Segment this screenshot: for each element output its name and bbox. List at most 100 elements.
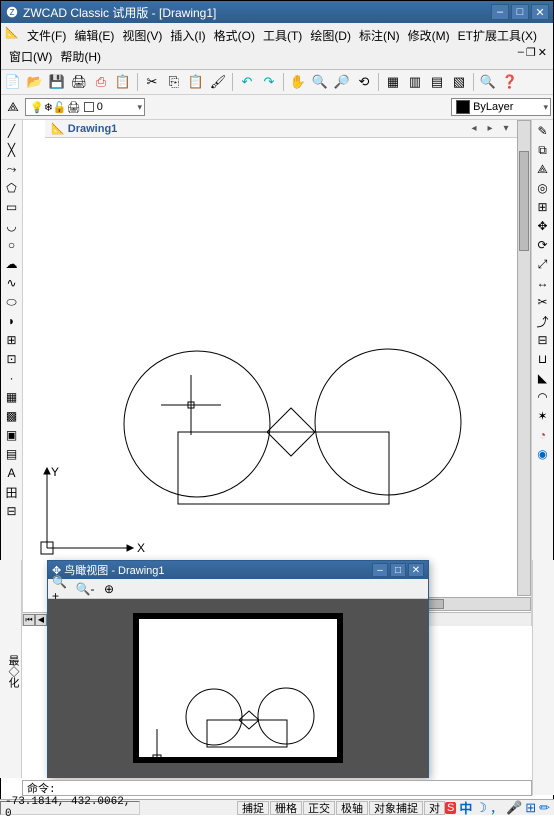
grid-toggle[interactable]: 栅格 bbox=[270, 801, 302, 815]
stretch-tool[interactable]: ↔ bbox=[534, 274, 552, 292]
zoom-realtime-button[interactable]: 🔍 bbox=[310, 72, 330, 92]
pan-button[interactable]: ✋ bbox=[288, 72, 308, 92]
help-button[interactable]: 🔍 bbox=[478, 72, 498, 92]
aerial-zoomout[interactable]: 🔍- bbox=[76, 580, 94, 598]
doc-restore-button[interactable]: ❐ bbox=[526, 46, 536, 67]
vertical-scrollbar[interactable] bbox=[517, 120, 531, 596]
rotate-tool[interactable]: ⟳ bbox=[534, 236, 552, 254]
tool-palettes-button[interactable]: ▤ bbox=[427, 72, 447, 92]
open-button[interactable]: 📂 bbox=[25, 72, 45, 92]
paste-button[interactable]: 📋 bbox=[186, 72, 206, 92]
tray-ime-icon[interactable]: S bbox=[445, 802, 456, 814]
move-tool[interactable]: ✥ bbox=[534, 217, 552, 235]
tab-prev[interactable]: ◀ bbox=[35, 614, 47, 626]
tray-mic-icon[interactable]: 🎤 bbox=[506, 800, 522, 816]
next-toggle[interactable]: 对 bbox=[424, 801, 445, 815]
plot-preview-button[interactable]: ⎙ bbox=[91, 72, 111, 92]
design-center-button[interactable]: ▥ bbox=[405, 72, 425, 92]
polygon-tool[interactable]: ⬠ bbox=[3, 179, 21, 197]
snap-toggle[interactable]: 捕捉 bbox=[237, 801, 269, 815]
doc-close-button[interactable]: ✕ bbox=[538, 46, 547, 67]
aerial-maximize[interactable]: □ bbox=[390, 563, 406, 577]
menu-edit[interactable]: 编辑(E) bbox=[70, 25, 118, 46]
new-button[interactable]: 📄 bbox=[3, 72, 23, 92]
layer-manager-button[interactable]: ⟁ bbox=[3, 97, 23, 117]
coordinates[interactable]: -73.1814, 432.0062, 0 bbox=[0, 801, 140, 815]
menu-tools[interactable]: 工具(T) bbox=[259, 25, 306, 46]
menu-dimension[interactable]: 标注(N) bbox=[355, 25, 404, 46]
tab-first[interactable]: ⏮ bbox=[23, 614, 35, 626]
menu-help[interactable]: 帮助(H) bbox=[56, 46, 105, 67]
tray-punct-icon[interactable]: ， bbox=[490, 798, 503, 817]
menu-ettools[interactable]: ET扩展工具(X) bbox=[454, 25, 541, 46]
explode-tool[interactable]: ✶ bbox=[534, 407, 552, 425]
zoom-window-button[interactable]: 🔎 bbox=[332, 72, 352, 92]
match-button[interactable]: 🖌 bbox=[208, 72, 228, 92]
mtext-tool[interactable]: A bbox=[3, 464, 21, 482]
table2-tool[interactable]: ⊟ bbox=[3, 502, 21, 520]
chamfer-tool[interactable]: ◣ bbox=[534, 369, 552, 387]
ortho-toggle[interactable]: 正交 bbox=[303, 801, 335, 815]
calc-button[interactable]: ▧ bbox=[449, 72, 469, 92]
tray-lang[interactable]: 中 bbox=[459, 798, 472, 817]
aerial-close[interactable]: ✕ bbox=[408, 563, 424, 577]
aerial-zoomin[interactable]: 🔍+ bbox=[52, 580, 70, 598]
offset-tool[interactable]: ◎ bbox=[534, 179, 552, 197]
aerial-minimize[interactable]: – bbox=[372, 563, 388, 577]
menu-draw[interactable]: 绘图(D) bbox=[306, 25, 355, 46]
drawing-canvas[interactable]: 📐 Drawing1 ◂ ▸ ▾ ✕ X Y bbox=[23, 120, 531, 626]
xline-tool[interactable]: ╳ bbox=[3, 141, 21, 159]
scale-tool[interactable]: ⤢ bbox=[534, 255, 552, 273]
menu-window[interactable]: 窗口(W) bbox=[5, 46, 56, 67]
menu-file[interactable]: 文件(F) bbox=[23, 25, 70, 46]
insert-block-tool[interactable]: ⊞ bbox=[3, 331, 21, 349]
mirror-tool[interactable]: ⟁ bbox=[534, 160, 552, 178]
circle-tool[interactable]: ○ bbox=[3, 236, 21, 254]
copy-button[interactable]: ⎘ bbox=[164, 72, 184, 92]
revcloud-tool[interactable]: ☁ bbox=[3, 255, 21, 273]
make-block-tool[interactable]: ⊡ bbox=[3, 350, 21, 368]
aerial-viewport[interactable] bbox=[48, 599, 428, 777]
undo-button[interactable]: ↶ bbox=[237, 72, 257, 92]
doc-nav-next[interactable]: ▸ bbox=[483, 121, 497, 135]
doc-minimize-button[interactable]: – bbox=[518, 46, 524, 67]
ellipse-arc-tool[interactable]: ◗ bbox=[3, 312, 21, 330]
text-tool[interactable]: 田 bbox=[3, 483, 21, 501]
redo-button[interactable]: ↷ bbox=[259, 72, 279, 92]
menu-modify[interactable]: 修改(M) bbox=[404, 25, 454, 46]
zoom-prev-button[interactable]: ⟲ bbox=[354, 72, 374, 92]
arc-tool[interactable]: ◡ bbox=[3, 217, 21, 235]
polar-toggle[interactable]: 极轴 bbox=[336, 801, 368, 815]
extend-tool[interactable]: ⤴ bbox=[534, 312, 552, 330]
join-tool[interactable]: ⊔ bbox=[534, 350, 552, 368]
info-button[interactable]: ❓ bbox=[500, 72, 520, 92]
aerial-view-window[interactable]: ✥ 鸟瞰视图 - Drawing1 – □ ✕ 🔍+ 🔍- ⊕ bbox=[47, 560, 429, 778]
array-tool[interactable]: ⊞ bbox=[534, 198, 552, 216]
properties-button[interactable]: ▦ bbox=[383, 72, 403, 92]
maximize-button[interactable]: □ bbox=[511, 4, 529, 20]
line-tool[interactable]: ╱ bbox=[3, 122, 21, 140]
doc-dropdown[interactable]: ▾ bbox=[499, 121, 513, 135]
publish-button[interactable]: 📋 bbox=[113, 72, 133, 92]
aerial-global[interactable]: ⊕ bbox=[100, 580, 118, 598]
print-button[interactable]: 🖨 bbox=[69, 72, 89, 92]
ellipse-tool[interactable]: ⬭ bbox=[3, 293, 21, 311]
erase-tool[interactable]: ✎ bbox=[534, 122, 552, 140]
pline-tool[interactable]: ⤳ bbox=[3, 160, 21, 178]
mod-tool[interactable]: ◉ bbox=[534, 445, 552, 463]
doc-nav-prev[interactable]: ◂ bbox=[467, 121, 481, 135]
break-tool[interactable]: ⊟ bbox=[534, 331, 552, 349]
layer-dropdown[interactable]: 💡❄🔓🖨 0 bbox=[25, 98, 145, 116]
rect-tool[interactable]: ▭ bbox=[3, 198, 21, 216]
hatch-tool[interactable]: ▦ bbox=[3, 388, 21, 406]
cut-button[interactable]: ✂ bbox=[142, 72, 162, 92]
tray-moon-icon[interactable]: ☽ bbox=[475, 800, 487, 816]
spline-tool[interactable]: ∿ bbox=[3, 274, 21, 292]
tray-tool-icon[interactable]: ⊞ bbox=[525, 800, 536, 816]
trim-tool[interactable]: ✂ bbox=[534, 293, 552, 311]
region-tool[interactable]: ▣ bbox=[3, 426, 21, 444]
save-button[interactable]: 💾 bbox=[47, 72, 67, 92]
osnap-toggle[interactable]: 对象捕捉 bbox=[369, 801, 423, 815]
gradient-tool[interactable]: ▩ bbox=[3, 407, 21, 425]
point-tool[interactable]: · bbox=[3, 369, 21, 387]
